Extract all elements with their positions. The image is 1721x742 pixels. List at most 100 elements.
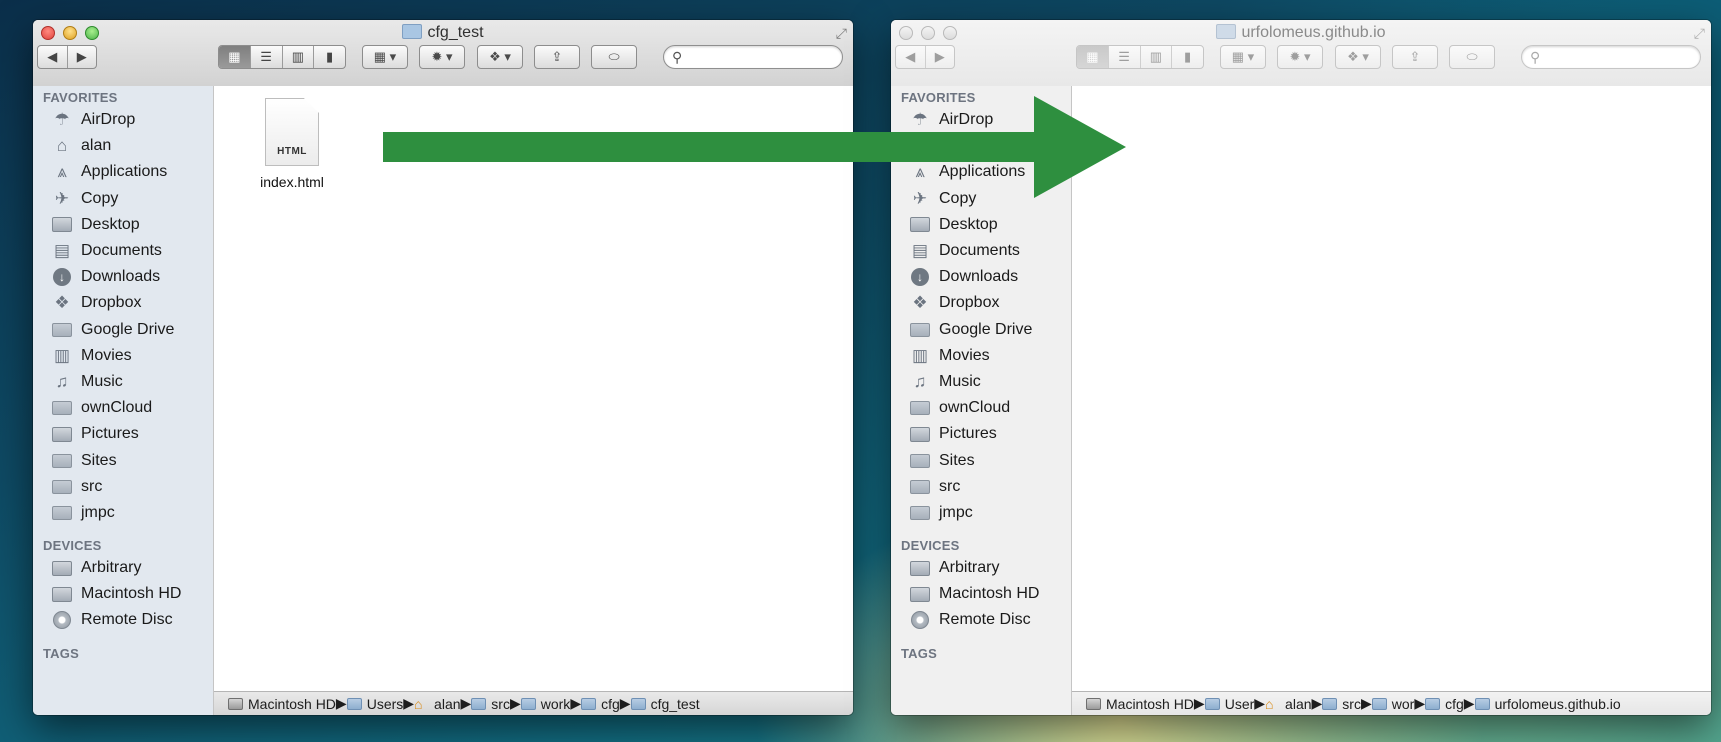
path-segment-label: cfg	[1445, 695, 1464, 712]
sidebar-item[interactable]: Desktop	[51, 213, 140, 237]
sidebar-item[interactable]: Pictures	[51, 422, 139, 446]
window-titlebar[interactable]: cfg_test ⤢ ◀ ▶ ▦ ☰ ▥ ▮ ▦ ▾ ✹ ▾ ❖ ▾ ⇪ ⬭ ⚲	[33, 20, 853, 87]
path-segment[interactable]: work	[520, 696, 570, 712]
sidebar-item[interactable]: src	[51, 475, 102, 499]
sidebar-item[interactable]: ♫ Music	[51, 370, 123, 394]
search-field[interactable]: ⚲	[1521, 45, 1701, 69]
forward-button[interactable]: ▶	[68, 46, 97, 68]
fullscreen-icon[interactable]: ⤢	[836, 25, 847, 42]
back-button[interactable]: ◀	[38, 46, 68, 68]
path-separator-icon: ▶	[335, 695, 347, 711]
folder-icon	[581, 697, 597, 710]
sidebar-item-label: Remote Disc	[939, 611, 1031, 629]
action-button[interactable]: ✹ ▾	[1277, 45, 1323, 69]
path-segment[interactable]: src	[1322, 696, 1361, 712]
sidebar-device-item[interactable]: Macintosh HD	[909, 582, 1039, 606]
sidebar-item-label: jmpc	[939, 504, 973, 521]
sidebar-item[interactable]: Google Drive	[909, 318, 1032, 342]
path-segment[interactable]: cfg_test	[630, 696, 700, 712]
sidebar-item-label: Google Drive	[939, 320, 1033, 338]
forward-button[interactable]: ▶	[926, 46, 955, 68]
sidebar-item[interactable]: ⩓ Applications	[51, 160, 167, 184]
search-field[interactable]: ⚲	[663, 45, 843, 69]
sidebar-item[interactable]: ☂ AirDrop	[51, 108, 135, 132]
tags-button[interactable]: ⬭	[591, 45, 637, 69]
fullscreen-icon[interactable]: ⤢	[1694, 25, 1705, 42]
path-segment[interactable]: Users	[346, 696, 403, 712]
share-button[interactable]: ⇪	[534, 45, 580, 69]
sidebar-item[interactable]: ✈ Copy	[51, 187, 118, 211]
sidebar-item-label: Pictures	[939, 425, 997, 443]
list-view-button[interactable]: ☰	[1109, 46, 1141, 68]
sidebar-item[interactable]: Sites	[51, 449, 117, 473]
list-view-button[interactable]: ☰	[251, 46, 283, 68]
home-icon: ⌂	[414, 695, 423, 712]
column-view-button[interactable]: ▥	[1141, 46, 1173, 68]
back-button[interactable]: ◀	[896, 46, 926, 68]
path-separator-icon: ▶	[1254, 695, 1266, 711]
sidebar-device-item[interactable]: Arbitrary	[51, 556, 141, 580]
sidebar-item[interactable]: ▤ Documents	[909, 239, 1020, 263]
sidebar-item-label: Sites	[939, 451, 975, 469]
arrange-button[interactable]: ▦ ▾	[1220, 45, 1266, 69]
sidebar-item[interactable]: jmpc	[909, 501, 973, 525]
move-arrow-icon	[383, 96, 1126, 198]
dropbox-button[interactable]: ❖ ▾	[1335, 45, 1381, 69]
sidebar-device-item[interactable]: Remote Disc	[909, 608, 1031, 632]
path-segment[interactable]: ⌂ alan	[1265, 696, 1311, 712]
sidebar-item[interactable]: ownCloud	[51, 396, 152, 420]
cover-flow-button[interactable]: ▮	[1172, 46, 1203, 68]
sidebar-item[interactable]: ❖ Dropbox	[51, 291, 141, 315]
tags-button[interactable]: ⬭	[1449, 45, 1495, 69]
sidebar-item[interactable]: ⌂ alan	[51, 134, 111, 158]
sidebar-item[interactable]: ▥ Movies	[909, 344, 990, 368]
downloads-icon: ↓	[909, 268, 931, 287]
path-segment[interactable]: Macintosh HD	[1086, 696, 1194, 712]
folder-icon	[402, 24, 423, 39]
folder-icon	[1204, 697, 1220, 710]
sidebar-item-label: src	[939, 477, 961, 495]
sidebar-device-item[interactable]: Remote Disc	[51, 608, 173, 632]
sidebar-item[interactable]: jmpc	[51, 501, 115, 525]
toolbar: ◀ ▶ ▦ ☰ ▥ ▮ ▦ ▾ ✹ ▾ ❖ ▾ ⇪ ⬭ ⚲	[891, 45, 1711, 73]
sidebar-item[interactable]: ❖ Dropbox	[909, 291, 999, 315]
file-item[interactable]: HTML index.html	[252, 98, 332, 190]
arrange-button[interactable]: ▦ ▾	[362, 45, 408, 69]
path-segment[interactable]: wor	[1371, 696, 1414, 712]
sidebar-item[interactable]: ▥ Movies	[51, 344, 132, 368]
sidebar-item[interactable]: ownCloud	[909, 396, 1010, 420]
sidebar-item[interactable]: Google Drive	[51, 318, 174, 342]
sidebar-item[interactable]: ♫ Music	[909, 370, 981, 394]
path-segment[interactable]: src	[471, 696, 510, 712]
column-view-button[interactable]: ▥	[283, 46, 315, 68]
view-mode-selector: ▦ ☰ ▥ ▮	[1076, 45, 1204, 69]
sidebar-item-label: Remote Disc	[81, 611, 173, 629]
sidebar-item[interactable]: Sites	[909, 449, 975, 473]
path-segment[interactable]: ⌂ alan	[414, 696, 460, 712]
dropbox-button[interactable]: ❖ ▾	[477, 45, 523, 69]
path-separator-icon: ▶	[460, 695, 472, 711]
window-title: cfg_test	[33, 23, 853, 43]
sidebar-item[interactable]: ▤ Documents	[51, 239, 162, 263]
path-segment[interactable]: cfg	[1425, 696, 1464, 712]
path-segment[interactable]: urfolomeus.github.io	[1474, 696, 1621, 712]
sidebar-device-item[interactable]: Arbitrary	[909, 556, 999, 580]
cover-flow-button[interactable]: ▮	[314, 46, 345, 68]
sidebar-item[interactable]: ↓ Downloads	[51, 265, 160, 289]
file-area[interactable]	[1072, 86, 1711, 691]
sidebar-device-item[interactable]: Macintosh HD	[51, 582, 181, 606]
sidebar-item-label: AirDrop	[81, 111, 136, 128]
sidebar-item[interactable]: src	[909, 475, 960, 499]
icon-view-button[interactable]: ▦	[1077, 46, 1109, 68]
window-titlebar[interactable]: urfolomeus.github.io ⤢ ◀ ▶ ▦ ☰ ▥ ▮ ▦ ▾ ✹…	[891, 20, 1711, 87]
sidebar-item[interactable]: ↓ Downloads	[909, 265, 1018, 289]
path-segment[interactable]: Macintosh HD	[228, 696, 336, 712]
sidebar-item[interactable]: Desktop	[909, 213, 998, 237]
icon-view-button[interactable]: ▦	[219, 46, 251, 68]
sidebar-item[interactable]: Pictures	[909, 422, 997, 446]
sidebar-item-label: Downloads	[81, 268, 161, 286]
path-segment[interactable]: User	[1204, 696, 1254, 712]
share-button[interactable]: ⇪	[1392, 45, 1438, 69]
path-segment[interactable]: cfg	[581, 696, 620, 712]
action-button[interactable]: ✹ ▾	[419, 45, 465, 69]
